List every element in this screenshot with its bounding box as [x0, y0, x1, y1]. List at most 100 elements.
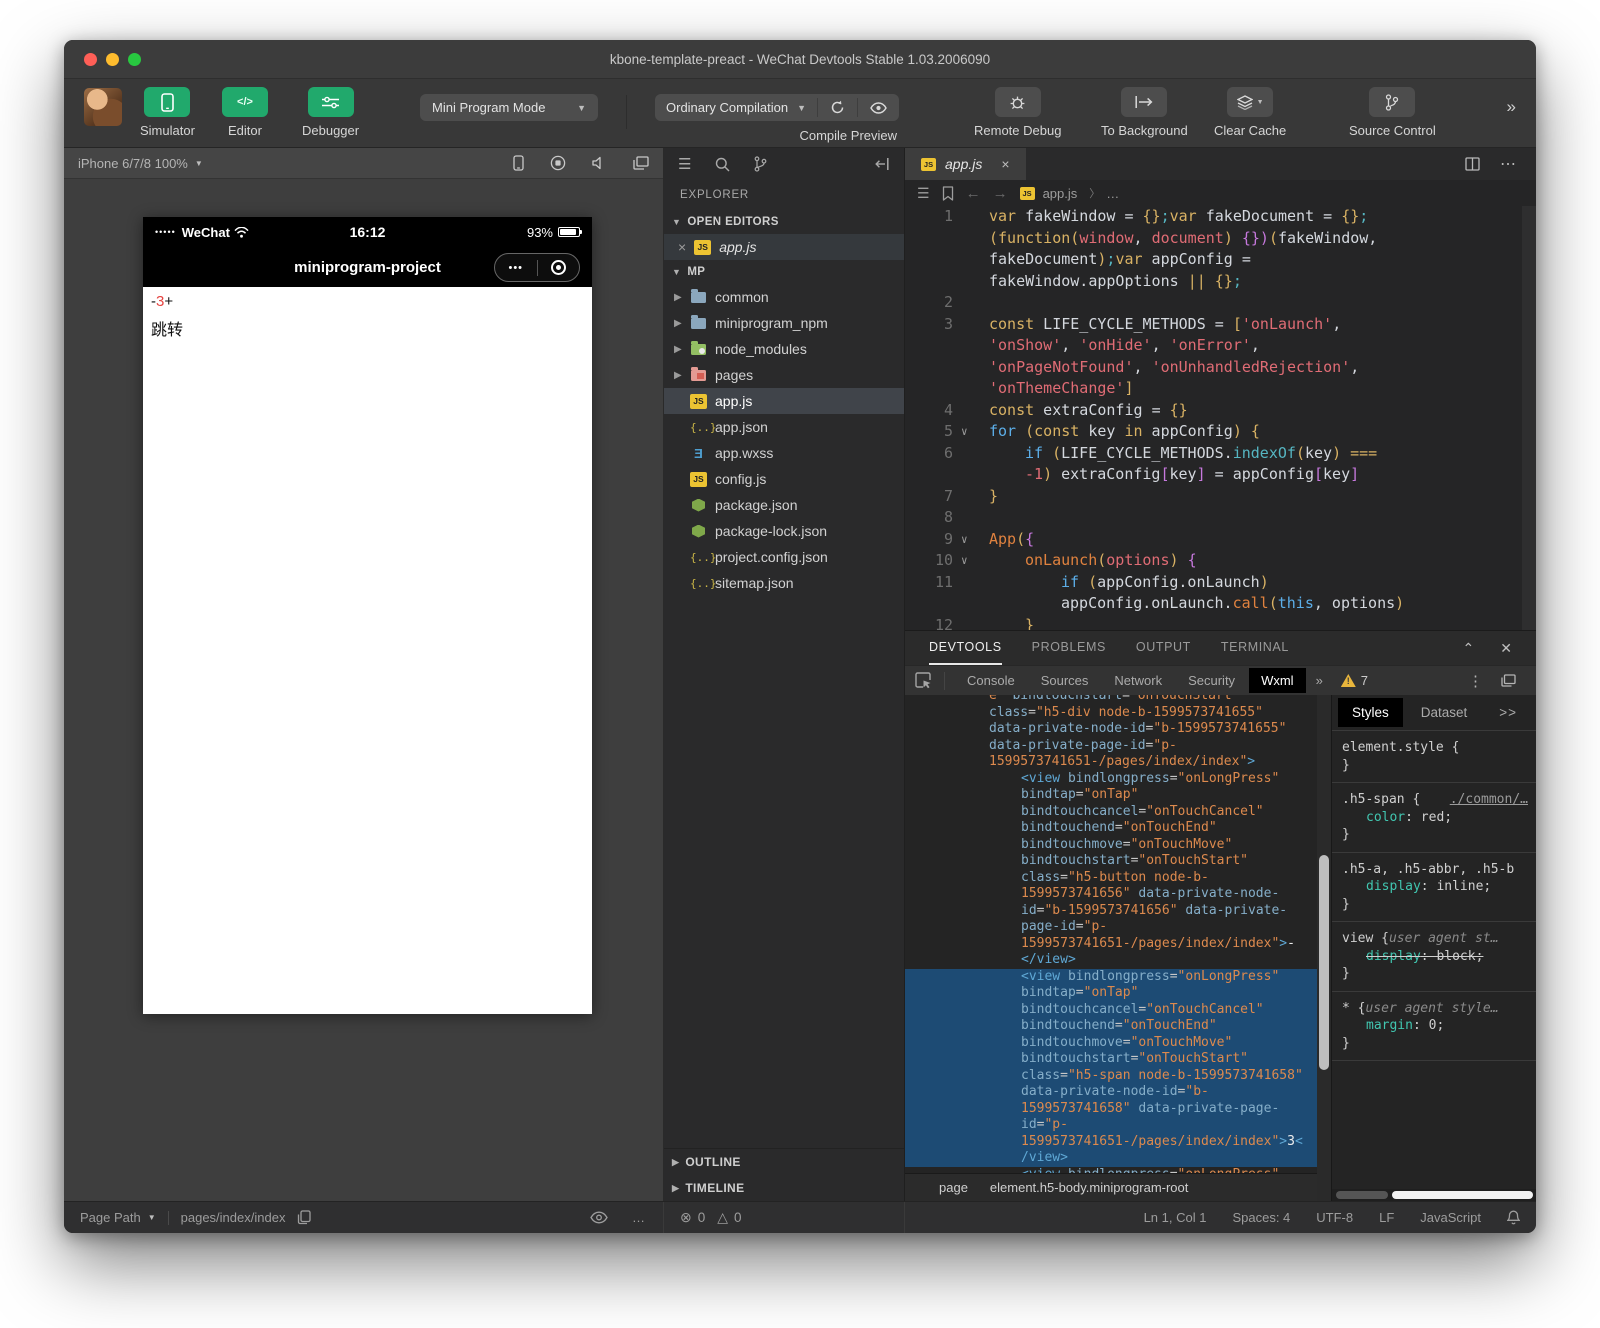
breadcrumb-element[interactable]: element.h5-body.miniprogram-root — [990, 1180, 1188, 1195]
preview-button[interactable] — [858, 94, 899, 121]
clear-cache-button[interactable]: ▼ Clear Cache — [1214, 87, 1286, 138]
css-rule[interactable]: * {user agent style…margin: 0;} — [1332, 992, 1536, 1062]
collapse-panel-icon[interactable]: ⌃ — [1463, 640, 1475, 657]
rotate-device-icon[interactable] — [513, 155, 524, 171]
kebab-menu-icon[interactable]: ⋮ — [1468, 672, 1483, 690]
css-rule[interactable]: .h5-a, .h5-abbr, .h5-bdisplay: inline;} — [1332, 853, 1536, 923]
user-avatar[interactable] — [84, 88, 122, 126]
problems-counter[interactable]: ⊗ 0 △ 0 — [664, 1202, 905, 1233]
to-background-button[interactable]: To Background — [1101, 87, 1188, 138]
wxml-inspector[interactable]: e" bindtouchstart="onTouchStart" class="… — [905, 695, 1317, 1173]
open-editor-app-js[interactable]: × JS app.js — [664, 234, 904, 260]
timeline-section[interactable]: ▶ TIMELINE — [664, 1175, 904, 1201]
devtools-tab-problems[interactable]: PROBLEMS — [1032, 631, 1106, 665]
tree-item-node-modules[interactable]: ▶node_modules — [664, 336, 904, 362]
more-menu-icon[interactable]: ••• — [495, 262, 537, 274]
subtab-security[interactable]: Security — [1176, 668, 1247, 693]
css-rule[interactable]: ./common/….h5-span {color: red;} — [1332, 783, 1536, 853]
styles-hscrollbar[interactable] — [1332, 1189, 1536, 1201]
subtab-overflow-icon[interactable]: » — [1308, 673, 1329, 688]
status-ln-1-col-1[interactable]: Ln 1, Col 1 — [1144, 1210, 1207, 1225]
stop-record-icon[interactable] — [550, 155, 566, 171]
rule-source-link[interactable]: ./common/… — [1450, 791, 1528, 809]
styles-tab-styles[interactable]: Styles — [1338, 698, 1403, 727]
tree-item-miniprogram-npm[interactable]: ▶miniprogram_npm — [664, 310, 904, 336]
source-control-button[interactable]: Source Control — [1349, 87, 1436, 138]
subtab-console[interactable]: Console — [955, 668, 1027, 693]
counter-widget[interactable]: -3+ — [151, 293, 584, 310]
file-list-icon[interactable]: ☰ — [678, 155, 691, 173]
notifications-bell-icon[interactable] — [1507, 1210, 1520, 1225]
open-editors-section[interactable]: ▼ OPEN EDITORS — [664, 210, 904, 234]
simulator-toggle[interactable]: Simulator — [140, 87, 195, 138]
phone-preview[interactable]: ••••• WeChat 16:12 93% miniprogram-proje… — [143, 217, 592, 1014]
breadcrumb-file[interactable]: app.js — [1043, 186, 1078, 201]
wxml-node[interactable]: <view bindlongpress="onLongPress" bindta… — [905, 969, 1317, 1167]
warning-counter[interactable]: ! 7 — [1341, 673, 1368, 688]
inspect-element-icon[interactable] — [915, 672, 932, 689]
tree-item-pages[interactable]: ▶pages — [664, 362, 904, 388]
multi-window-icon[interactable] — [633, 156, 649, 170]
editor-scrollbar[interactable] — [1522, 206, 1536, 630]
search-icon[interactable] — [715, 157, 730, 172]
tree-item-package-json[interactable]: package.json — [664, 492, 904, 518]
devtools-tab-devtools[interactable]: DEVTOOLS — [929, 631, 1002, 665]
tree-item-app-js[interactable]: JSapp.js — [664, 388, 904, 414]
compile-button[interactable] — [818, 94, 857, 121]
css-declaration[interactable]: color: red; — [1342, 809, 1528, 827]
status-spaces-4[interactable]: Spaces: 4 — [1232, 1210, 1290, 1225]
split-editor-icon[interactable] — [1465, 157, 1480, 171]
more-actions-icon[interactable]: ⋯ — [1500, 154, 1518, 174]
close-miniprogram-icon[interactable] — [538, 260, 580, 275]
devtools-tab-output[interactable]: OUTPUT — [1136, 631, 1191, 665]
mute-icon[interactable] — [592, 156, 607, 170]
bookmark-icon[interactable] — [942, 186, 954, 201]
devtools-tab-terminal[interactable]: TERMINAL — [1221, 631, 1289, 665]
capsule-menu[interactable]: ••• — [494, 253, 580, 282]
css-declaration[interactable]: display: inline; — [1342, 878, 1528, 896]
compilation-select[interactable]: Ordinary Compilation ▼ — [655, 94, 817, 121]
project-section[interactable]: ▼ MP — [664, 260, 904, 284]
status-utf-8[interactable]: UTF-8 — [1316, 1210, 1353, 1225]
tree-item-project-config-json[interactable]: {..}project.config.json — [664, 544, 904, 570]
wxml-node[interactable]: <view bindlongpress="onLongPress" bindta… — [905, 1167, 1317, 1174]
tree-item-sitemap-json[interactable]: {..}sitemap.json — [664, 570, 904, 596]
source-control-icon[interactable] — [754, 156, 767, 172]
remote-debug-button[interactable]: Remote Debug — [974, 87, 1061, 138]
tree-item-package-lock-json[interactable]: package-lock.json — [664, 518, 904, 544]
mode-select[interactable]: Mini Program Mode ▼ — [420, 94, 598, 121]
status-lf[interactable]: LF — [1379, 1210, 1394, 1225]
status-javascript[interactable]: JavaScript — [1420, 1210, 1481, 1225]
css-declaration[interactable]: margin: 0; — [1342, 1017, 1528, 1035]
tree-item-common[interactable]: ▶common — [664, 284, 904, 310]
subtab-network[interactable]: Network — [1102, 668, 1174, 693]
wxml-node[interactable]: e" bindtouchstart="onTouchStart" class="… — [905, 695, 1317, 771]
wxml-scrollbar[interactable] — [1317, 695, 1331, 1201]
tree-item-app-json[interactable]: {..}app.json — [664, 414, 904, 440]
copy-path-icon[interactable] — [297, 1210, 311, 1225]
breadcrumb-page[interactable]: page — [939, 1180, 968, 1195]
toolbar-overflow-button[interactable]: » — [1507, 97, 1514, 117]
dock-side-icon[interactable] — [1501, 674, 1516, 687]
tree-item-app-wxss[interactable]: Ǝapp.wxss — [664, 440, 904, 466]
more-actions-icon[interactable]: … — [632, 1210, 647, 1225]
fold-chevron-icon[interactable]: ∨ — [961, 550, 968, 572]
wxml-node[interactable]: <view bindlongpress="onLongPress" bindta… — [905, 771, 1317, 969]
fold-chevron-icon[interactable]: ∨ — [961, 421, 968, 443]
css-rule[interactable]: view {user agent st…display: block;} — [1332, 922, 1536, 992]
close-panel-icon[interactable]: ✕ — [1500, 640, 1512, 657]
visibility-icon[interactable] — [590, 1211, 608, 1224]
code-editor[interactable]: 1var fakeWindow = {};var fakeDocument = … — [905, 206, 1536, 630]
jump-link[interactable]: 跳转 — [151, 316, 584, 340]
styles-tab-overflow[interactable]: >> — [1485, 698, 1531, 727]
breadcrumb-more[interactable]: … — [1106, 186, 1119, 201]
tree-item-config-js[interactable]: JSconfig.js — [664, 466, 904, 492]
page-path-select[interactable]: Page Path ▼ — [80, 1210, 156, 1225]
css-declaration[interactable]: display: block; — [1342, 948, 1528, 966]
subtab-wxml[interactable]: Wxml — [1249, 668, 1306, 693]
close-tab-icon[interactable]: × — [1001, 156, 1009, 172]
collapse-sidebar-icon[interactable] — [875, 157, 890, 171]
device-select[interactable]: iPhone 6/7/8 100% ▼ — [78, 156, 203, 171]
debugger-toggle[interactable]: Debugger — [302, 87, 359, 138]
styles-tab-dataset[interactable]: Dataset — [1407, 698, 1482, 727]
